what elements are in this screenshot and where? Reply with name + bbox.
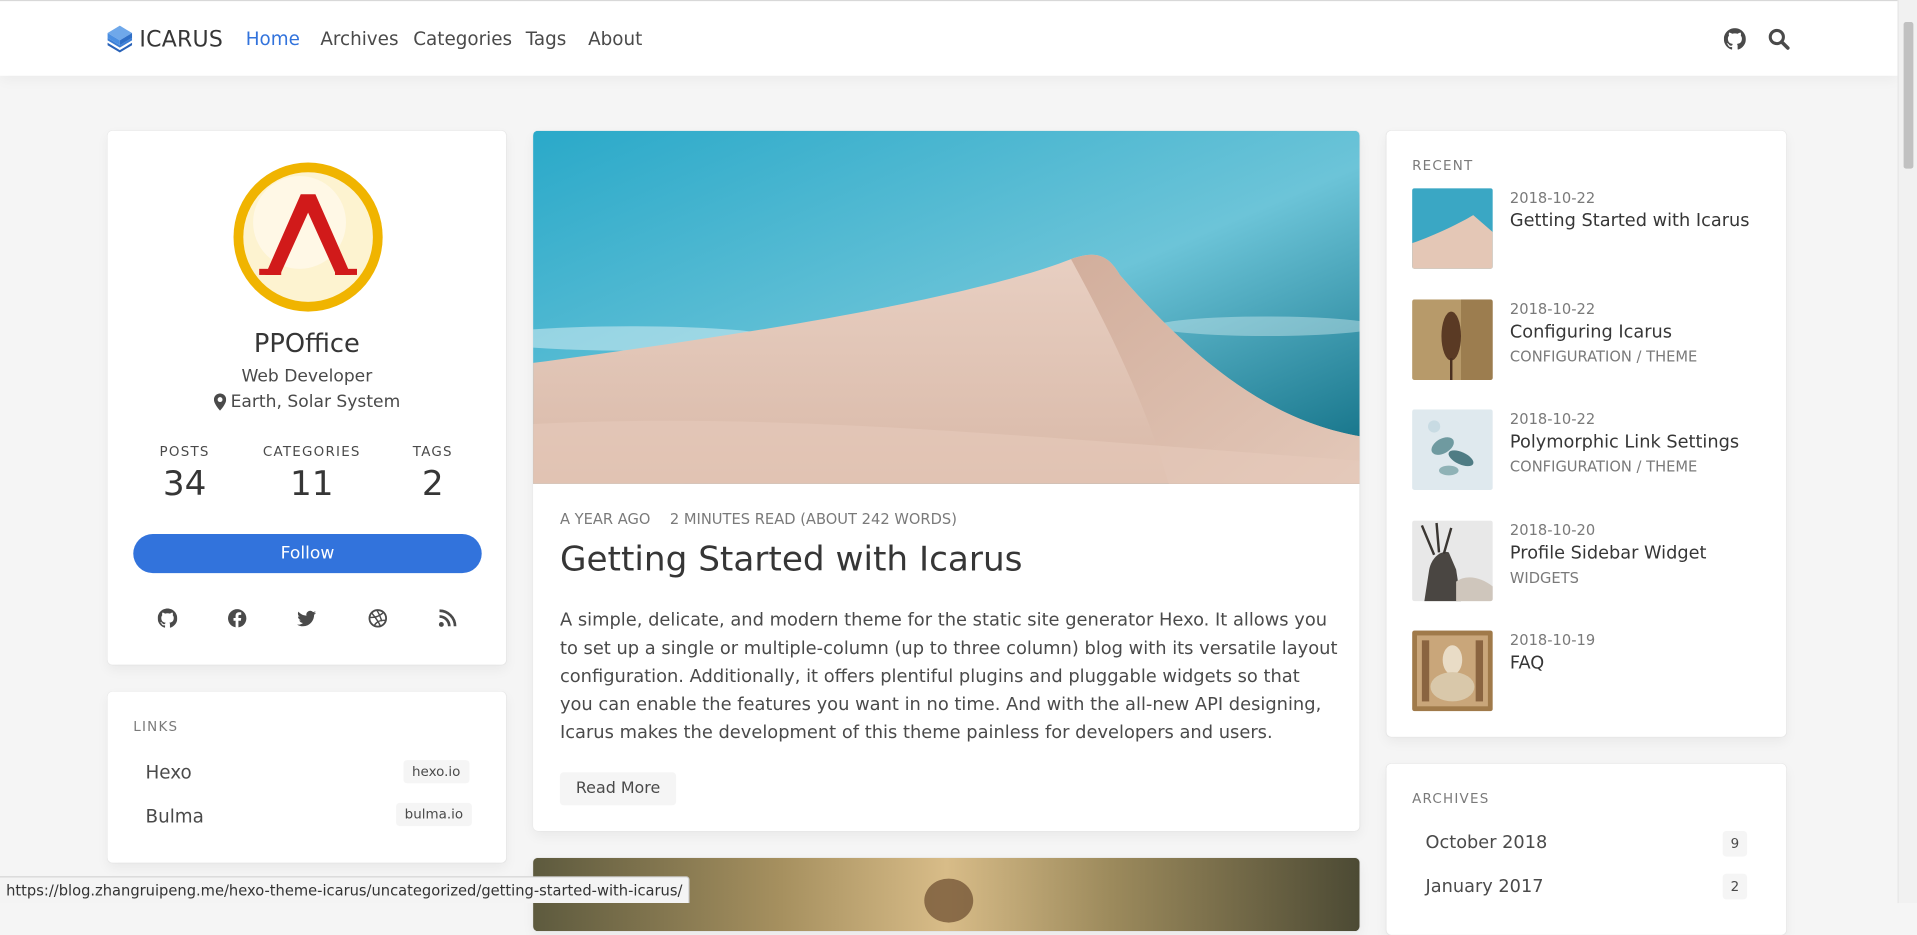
navbar: ICARUS Home Archives Categories Tags Abo… — [0, 1, 1898, 76]
facebook-icon[interactable] — [227, 609, 247, 629]
scrollbar-thumb[interactable] — [1903, 21, 1914, 169]
recent-post-title[interactable]: Polymorphic Link Settings — [1510, 433, 1739, 453]
nav-archives[interactable]: Archives — [320, 28, 398, 50]
archives-card: ARCHIVES October 2018 9 January 2017 2 — [1386, 763, 1787, 935]
search-icon[interactable] — [1768, 28, 1790, 50]
nav-categories[interactable]: Categories — [413, 28, 512, 50]
link-name: Hexo — [145, 761, 192, 784]
archive-count: 9 — [1722, 830, 1748, 857]
stat-tags-value: 2 — [421, 463, 444, 504]
recent-post-date: 2018-10-22 — [1509, 300, 1596, 318]
post-card: A YEAR AGO 2 MINUTES READ (ABOUT 242 WOR… — [533, 130, 1360, 831]
recent-post-thumbnail[interactable] — [1412, 409, 1493, 491]
author-name: PPOffice — [253, 328, 360, 359]
recent-post-date: 2018-10-22 — [1509, 189, 1596, 207]
profile-card: PPOffice Web Developer Earth, Solar Syst… — [107, 130, 507, 665]
recent-post-date: 2018-10-20 — [1509, 521, 1596, 539]
stat-posts-heading: POSTS — [159, 443, 210, 460]
recent-card: RECENT 2018-10-22 Getting Started with I… — [1386, 130, 1787, 737]
link-domain-tag: bulma.io — [396, 802, 472, 827]
post-age: A YEAR AGO — [559, 510, 651, 528]
archive-count: 2 — [1722, 873, 1748, 900]
recent-post-thumbnail[interactable] — [1412, 299, 1493, 381]
author-location: Earth, Solar System — [108, 392, 507, 412]
author-location-text: Earth, Solar System — [230, 392, 401, 412]
follow-button[interactable]: Follow — [133, 534, 482, 574]
browser-status-url: https://blog.zhangruipeng.me/hexo-theme-… — [0, 876, 690, 904]
archive-month: January 2017 — [1425, 877, 1544, 897]
nav-about[interactable]: About — [588, 28, 642, 50]
nav-home[interactable]: Home — [246, 28, 300, 50]
recent-post-date: 2018-10-22 — [1509, 410, 1596, 428]
recent-post-category[interactable]: CONFIGURATION / THEME — [1510, 348, 1697, 365]
post-cover-image[interactable] — [533, 130, 1360, 484]
recent-post-title[interactable]: Getting Started with Icarus — [1510, 211, 1750, 231]
map-marker-icon — [213, 393, 226, 411]
post-reading-time: 2 MINUTES READ (ABOUT 242 WORDS) — [669, 510, 957, 528]
nav-tags[interactable]: Tags — [526, 28, 567, 50]
stat-categories-heading: CATEGORIES — [262, 443, 361, 460]
recent-post-date: 2018-10-19 — [1509, 631, 1596, 649]
link-name: Bulma — [145, 805, 204, 828]
read-more-button[interactable]: Read More — [559, 772, 677, 806]
recent-post-title[interactable]: FAQ — [1510, 654, 1544, 674]
recent-post-title[interactable]: Configuring Icarus — [1510, 323, 1672, 343]
dribbble-icon[interactable] — [368, 609, 388, 629]
author-title: Web Developer — [241, 366, 373, 387]
github-icon[interactable] — [157, 608, 178, 629]
links-heading: LINKS — [133, 718, 179, 735]
recent-heading: RECENT — [1412, 157, 1474, 174]
page: ICARUS Home Archives Categories Tags Abo… — [0, 0, 1917, 935]
stat-tags-heading: TAGS — [412, 443, 453, 460]
stat-categories-value: 11 — [289, 463, 334, 504]
link-domain-tag: hexo.io — [403, 760, 469, 784]
links-card: LINKS Hexo hexo.io Bulma bulma.io — [107, 691, 507, 863]
recent-post-category[interactable]: WIDGETS — [1510, 569, 1579, 586]
brand-logo-link[interactable]: ICARUS — [106, 24, 223, 53]
post-title[interactable]: Getting Started with Icarus — [560, 539, 1023, 579]
stat-categories[interactable]: CATEGORIES 11 — [251, 444, 373, 504]
archives-heading: ARCHIVES — [1412, 790, 1490, 807]
recent-post-thumbnail[interactable] — [1412, 188, 1493, 269]
stat-posts-value: 34 — [162, 463, 207, 504]
twitter-icon[interactable] — [297, 609, 317, 629]
stat-posts[interactable]: POSTS 34 — [136, 444, 234, 504]
recent-post-title[interactable]: Profile Sidebar Widget — [1510, 544, 1707, 564]
avatar — [233, 162, 383, 312]
brand-name: ICARUS — [139, 26, 224, 52]
archive-month: October 2018 — [1425, 833, 1548, 853]
page-scrollbar[interactable] — [1897, 0, 1917, 904]
github-icon[interactable] — [1723, 28, 1746, 50]
stat-tags[interactable]: TAGS 2 — [396, 444, 469, 504]
post-meta: A YEAR AGO 2 MINUTES READ (ABOUT 242 WOR… — [560, 511, 972, 528]
icarus-logo-icon — [107, 25, 133, 53]
recent-post-thumbnail[interactable] — [1412, 630, 1493, 712]
recent-post-category[interactable]: CONFIGURATION / THEME — [1510, 458, 1697, 475]
post-excerpt: A simple, delicate, and modern theme for… — [559, 609, 1338, 743]
recent-post-thumbnail[interactable] — [1412, 520, 1493, 602]
rss-icon[interactable] — [438, 609, 458, 629]
